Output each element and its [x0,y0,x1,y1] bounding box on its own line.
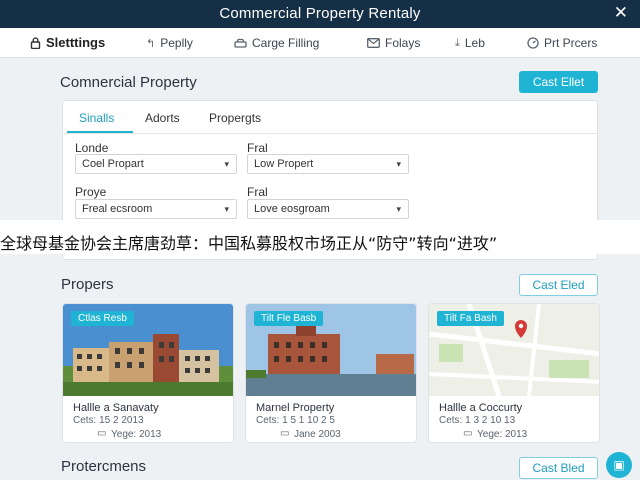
main-content: Comnercial Property Cast Ellet Sinalls A… [0,58,640,480]
tab-sinalls[interactable]: Sinalls [79,111,114,125]
card-sub: Cets: 1 3 2 10 13 [439,415,516,426]
field-label-londe: Londe [75,141,109,155]
fral-select-2[interactable]: Love eosgroam ▾ [247,199,409,219]
banner-text: 全球母基金协会主席唐劲草：中国私募股权市场正从“防守”转向“进攻” [0,234,498,253]
londe-select[interactable]: Coel Propart ▾ [75,154,237,174]
card-tag: Tilt Fle Basb [254,311,324,326]
card-name: Hallle a Sanavaty [73,402,159,414]
cast-eled-button[interactable]: Cast Eled [519,274,598,296]
cast-ellet-button[interactable]: Cast Ellet [519,71,598,93]
card-tag: Ctlas Resb [71,311,134,326]
tab-propergts[interactable]: Propergts [209,111,261,125]
property-card[interactable]: Tilt Fa Bash Hallle a Coccurty Cets: 1 3… [428,303,600,443]
title-bar: Commercial Property Rentaly ✕ [0,0,640,28]
select-value: Coel Propart [82,158,144,170]
proye-select[interactable]: Freal ecsroom ▾ [75,199,237,219]
nav-item-prt-prcers[interactable]: Prt Prcers [527,36,597,50]
chevron-down-icon: ▾ [396,204,401,214]
nav-label: Leb [464,36,485,50]
field-label-fral: Fral [247,141,268,155]
chat-icon: ▣ [613,458,625,472]
tab-adorts[interactable]: Adorts [145,111,180,125]
lock-icon [30,36,41,49]
cast-bled-button[interactable]: Cast Bled [519,457,598,479]
calendar-icon: ▭ [97,428,107,439]
mail-icon [367,38,380,48]
card-sub: Cets: 15 2 2013 [73,415,144,426]
card-sub: Cets: 1 5 1 10 2 5 [256,415,335,426]
nav-item-reply[interactable]: ↰ Peplly [146,36,193,50]
select-value: Low Propert [254,158,314,170]
news-banner: 全球母基金协会主席唐劲草：中国私募股权市场正从“防守”转向“进攻” [0,220,640,254]
fral-select[interactable]: Low Propert ▾ [247,154,409,174]
gauge-icon [527,37,539,49]
field-label-proye: Proye [75,185,107,199]
tabs-divider [63,133,597,134]
field-label-fral-2: Fral [247,185,268,199]
nav-item-folays[interactable]: Folays [367,36,420,50]
chevron-down-icon: ▾ [224,204,229,214]
select-value: Freal ecsroom [82,203,153,215]
nav-label: Carge Filling [252,36,320,50]
chat-fab-button[interactable]: ▣ [606,452,632,478]
card-year: Yege: 2013 [111,429,162,440]
card-name: Marnel Property [256,402,335,414]
page-title: Comnercial Property [60,74,197,91]
card-year: Yege: 2013 [477,429,528,440]
nav-label: Prt Prcers [544,36,598,50]
property-card[interactable]: Tilt Fle Basb Marnel Property Cets: 1 5 … [245,303,417,443]
top-nav: Sletttings ↰ Peplly Carge Filling Folays… [0,28,640,58]
nav-label: Peplly [160,36,193,50]
card-year: Jane 2003 [294,429,341,440]
card-name: Hallle a Coccurty [439,402,523,414]
protercmens-heading: Protercmens [61,458,147,475]
calendar-icon: ▭ [280,428,290,439]
nav-label: Sletttings [46,35,106,50]
close-icon[interactable]: ✕ [614,3,628,23]
calendar-icon: ▭ [463,428,473,439]
nav-item-settings[interactable]: Sletttings [30,35,105,50]
card-tag: Tilt Fa Bash [437,311,504,326]
nav-item-leb[interactable]: ⤓ Leb [455,36,485,50]
download-icon: ⤓ [455,36,460,49]
nav-label: Folays [385,36,421,50]
car-icon [234,38,247,48]
property-card[interactable]: Ctlas Resb Hallle a Sanavaty Cets: 15 2 … [62,303,234,443]
reply-icon: ↰ [146,37,156,50]
properties-heading: Propers [61,276,114,293]
nav-item-charge-filling[interactable]: Carge Filling [234,36,319,50]
select-value: Love eosgroam [254,203,330,215]
active-tab-indicator [67,131,133,133]
window-title: Commercial Property Rentaly [219,5,421,22]
chevron-down-icon: ▾ [396,159,401,169]
chevron-down-icon: ▾ [224,159,229,169]
